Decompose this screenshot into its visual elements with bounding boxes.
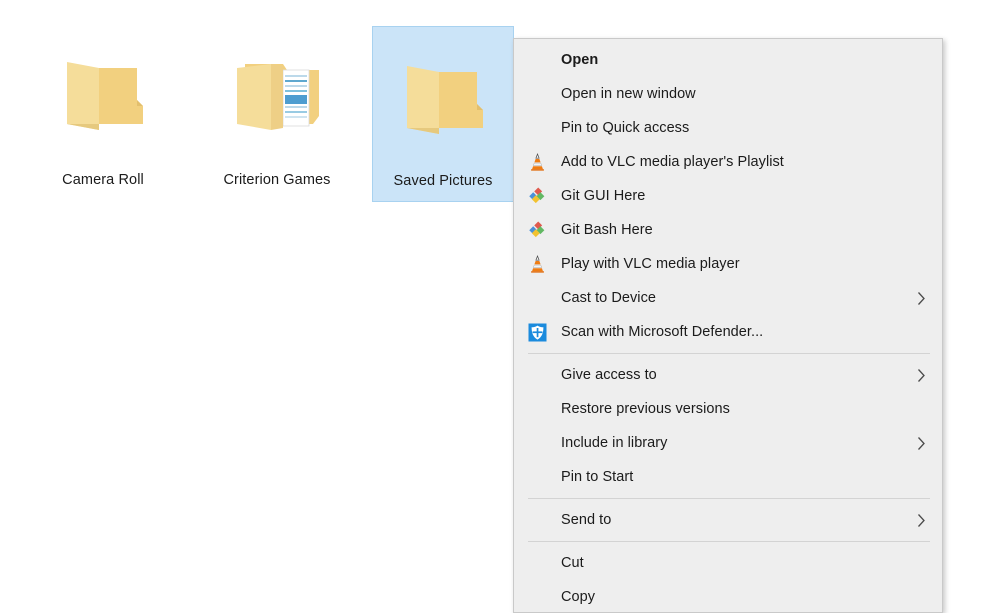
context-menu[interactable]: Open Open in new window Pin to Quick acc… bbox=[513, 38, 943, 613]
chevron-right-icon bbox=[910, 291, 932, 306]
desktop-icon-label: Camera Roll bbox=[59, 170, 147, 190]
no-icon bbox=[522, 84, 552, 104]
menu-item-add-to-vlc-playlist[interactable]: Add to VLC media player's Playlist bbox=[514, 145, 942, 179]
menu-item-label: Git GUI Here bbox=[552, 186, 932, 206]
menu-item-scan-with-microsoft-defender[interactable]: Scan with Microsoft Defender... bbox=[514, 315, 942, 349]
menu-item-label: Copy bbox=[552, 587, 932, 607]
git-icon bbox=[522, 186, 552, 206]
menu-item-include-in-library[interactable]: Include in library bbox=[514, 426, 942, 460]
folder-icon-well bbox=[33, 20, 173, 170]
menu-item-copy[interactable]: Copy bbox=[514, 580, 942, 613]
menu-item-label: Open bbox=[552, 50, 932, 70]
folder-icon bbox=[397, 58, 489, 140]
menu-item-label: Pin to Start bbox=[552, 467, 932, 487]
menu-item-label: Cut bbox=[552, 553, 932, 573]
git-icon bbox=[522, 220, 552, 240]
desktop-icon-saved-pictures[interactable]: Saved Pictures bbox=[372, 26, 514, 202]
no-icon bbox=[522, 510, 552, 530]
menu-item-label: Add to VLC media player's Playlist bbox=[552, 152, 932, 172]
no-icon bbox=[522, 118, 552, 138]
chevron-right-icon bbox=[910, 368, 932, 383]
menu-item-give-access-to[interactable]: Give access to bbox=[514, 358, 942, 392]
menu-item-label: Open in new window bbox=[552, 84, 932, 104]
desktop-icon-criterion-games[interactable]: Criterion Games bbox=[207, 20, 347, 190]
vlc-cone-icon bbox=[522, 152, 552, 172]
menu-item-label: Give access to bbox=[552, 365, 910, 385]
folder-with-documents-icon-well bbox=[207, 20, 347, 170]
desktop-icon-label: Criterion Games bbox=[220, 170, 333, 190]
menu-item-label: Play with VLC media player bbox=[552, 254, 932, 274]
chevron-right-icon bbox=[910, 436, 932, 451]
defender-shield-icon bbox=[522, 322, 552, 342]
menu-item-play-with-vlc[interactable]: Play with VLC media player bbox=[514, 247, 942, 281]
menu-item-cast-to-device[interactable]: Cast to Device bbox=[514, 281, 942, 315]
no-icon bbox=[522, 553, 552, 573]
menu-item-label: Send to bbox=[552, 510, 910, 530]
desktop-icon-label: Saved Pictures bbox=[391, 171, 496, 191]
folder-icon-well bbox=[373, 27, 513, 171]
no-icon bbox=[522, 50, 552, 70]
no-icon bbox=[522, 467, 552, 487]
folder-with-documents-icon bbox=[227, 54, 327, 136]
menu-item-cut[interactable]: Cut bbox=[514, 546, 942, 580]
vlc-cone-icon bbox=[522, 254, 552, 274]
no-icon bbox=[522, 288, 552, 308]
menu-item-label: Git Bash Here bbox=[552, 220, 932, 240]
menu-item-pin-to-start[interactable]: Pin to Start bbox=[514, 460, 942, 494]
menu-item-git-bash-here[interactable]: Git Bash Here bbox=[514, 213, 942, 247]
menu-item-label: Cast to Device bbox=[552, 288, 910, 308]
menu-item-restore-previous-versions[interactable]: Restore previous versions bbox=[514, 392, 942, 426]
menu-item-send-to[interactable]: Send to bbox=[514, 503, 942, 537]
no-icon bbox=[522, 399, 552, 419]
menu-item-open-in-new-window[interactable]: Open in new window bbox=[514, 77, 942, 111]
menu-item-git-gui-here[interactable]: Git GUI Here bbox=[514, 179, 942, 213]
menu-item-pin-to-quick-access[interactable]: Pin to Quick access bbox=[514, 111, 942, 145]
menu-item-label: Scan with Microsoft Defender... bbox=[552, 322, 932, 342]
desktop-icon-camera-roll[interactable]: Camera Roll bbox=[33, 20, 173, 190]
no-icon bbox=[522, 433, 552, 453]
menu-separator bbox=[528, 498, 930, 499]
menu-separator bbox=[528, 541, 930, 542]
menu-item-label: Pin to Quick access bbox=[552, 118, 932, 138]
folder-icon bbox=[57, 54, 149, 136]
chevron-right-icon bbox=[910, 513, 932, 528]
menu-item-label: Restore previous versions bbox=[552, 399, 932, 419]
menu-item-open[interactable]: Open bbox=[514, 43, 942, 77]
menu-separator bbox=[528, 353, 930, 354]
no-icon bbox=[522, 587, 552, 607]
menu-item-label: Include in library bbox=[552, 433, 910, 453]
no-icon bbox=[522, 365, 552, 385]
